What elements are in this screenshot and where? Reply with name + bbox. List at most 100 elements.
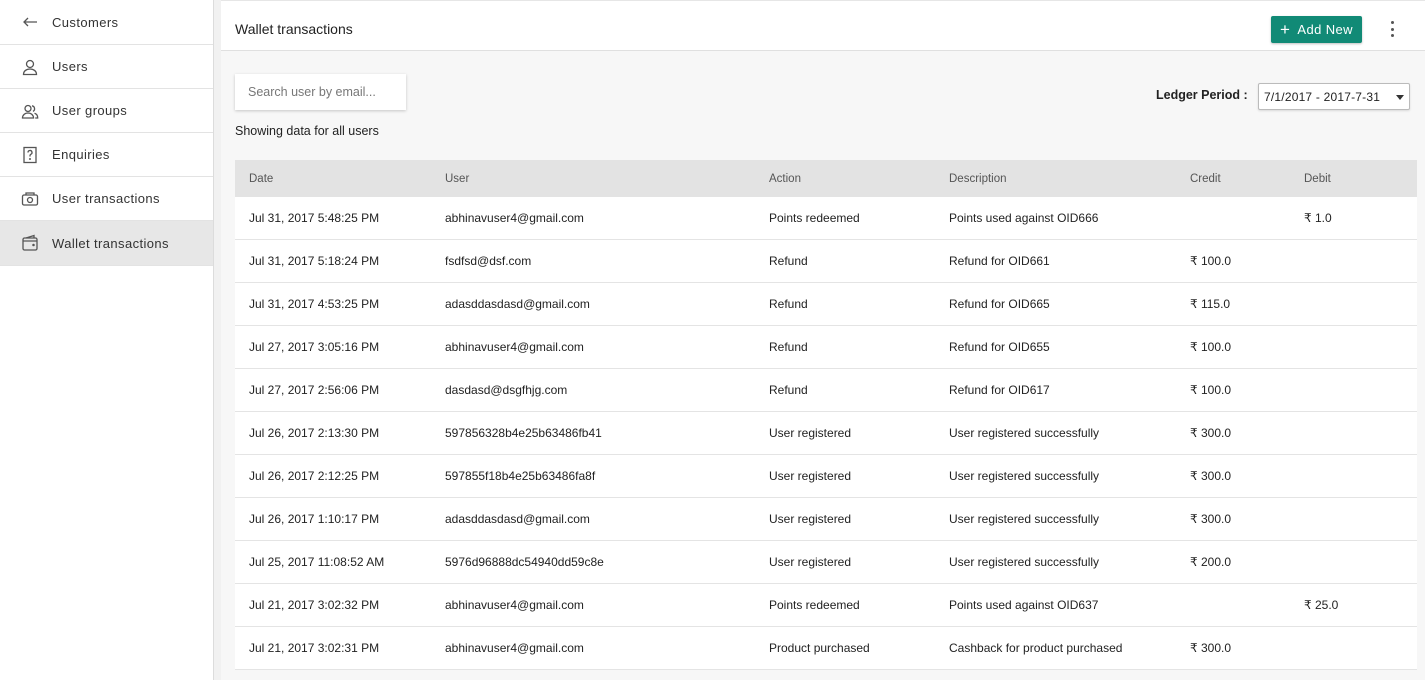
column-header-debit[interactable]: Debit xyxy=(1290,173,1417,185)
cell-description: Refund for OID665 xyxy=(949,297,1050,311)
cell-user: adasddasdasd@gmail.com xyxy=(445,297,590,311)
cell-action: Product purchased xyxy=(769,641,870,655)
page-title: Wallet transactions xyxy=(235,21,353,37)
cell-user: fsdfsd@dsf.com xyxy=(445,254,532,268)
column-header-date[interactable]: Date xyxy=(235,173,431,185)
user-icon xyxy=(20,57,40,77)
sidebar-item-label: Enquiries xyxy=(52,147,110,162)
user-group-icon xyxy=(20,101,40,121)
cell-credit: ₹ 100.0 xyxy=(1190,254,1231,268)
table-row[interactable]: Jul 31, 2017 5:18:24 PM fsdfsd@dsf.com Ref… xyxy=(235,240,1417,283)
cell-date: Jul 26, 2017 1:10:17 PM xyxy=(249,512,380,526)
cell-user: abhinavuser4@gmail.com xyxy=(445,211,584,225)
table-row[interactable]: Jul 21, 2017 3:02:31 PM abhinavuser4@gmai… xyxy=(235,627,1417,670)
cell-date: Jul 21, 2017 3:02:31 PM xyxy=(249,641,380,655)
cell-user: 597856328b4e25b63486fb41 xyxy=(445,426,602,440)
table-body: Jul 31, 2017 5:48:25 PM abhinavuser4@gmai… xyxy=(235,197,1417,670)
sidebar-item-label: Wallet transactions xyxy=(52,235,169,251)
column-header-action[interactable]: Action xyxy=(755,173,935,185)
table-row[interactable]: Jul 31, 2017 4:53:25 PM adasddasdasd@gmai… xyxy=(235,283,1417,326)
ledger-period-label: Ledger Period : xyxy=(1156,88,1248,102)
sidebar-item-label: User transactions xyxy=(52,191,160,206)
arrow-left-icon xyxy=(20,12,40,32)
cell-credit: ₹ 100.0 xyxy=(1190,340,1231,354)
cell-credit: ₹ 100.0 xyxy=(1190,383,1231,397)
cell-credit: ₹ 300.0 xyxy=(1190,469,1231,483)
table-row[interactable]: Jul 27, 2017 3:05:16 PM abhinavuser4@gmai… xyxy=(235,326,1417,369)
table-header: Date User Action Description Credit Debi… xyxy=(235,160,1417,197)
cell-credit: ₹ 300.0 xyxy=(1190,426,1231,440)
cell-credit: ₹ 115.0 xyxy=(1190,297,1231,311)
cell-description: User registered successfully xyxy=(949,469,1100,483)
cell-description: Refund for OID655 xyxy=(949,340,1050,354)
cell-credit: ₹ 200.0 xyxy=(1190,555,1231,569)
cell-action: Points redeemed xyxy=(769,598,860,612)
cell-user: 5976d96888dc54940dd59c8e xyxy=(445,555,604,569)
cell-debit: ₹ 1.0 xyxy=(1304,211,1332,225)
cell-user: abhinavuser4@gmail.com xyxy=(445,641,584,655)
cell-description: Refund for OID661 xyxy=(949,254,1050,268)
column-header-user[interactable]: User xyxy=(431,173,755,185)
sidebar-item-users[interactable]: Users xyxy=(0,45,213,89)
main-content: Wallet transactions + Add New Showing da… xyxy=(221,0,1425,680)
sidebar-item-enquiries[interactable]: Enquiries xyxy=(0,133,213,177)
cell-user: 597855f18b4e25b63486fa8f xyxy=(445,469,596,483)
ledger-period-select[interactable]: 7/1/2017 - 2017-7-31 xyxy=(1258,83,1410,110)
cell-credit: ₹ 300.0 xyxy=(1190,512,1231,526)
cell-credit: ₹ 300.0 xyxy=(1190,641,1231,655)
cell-description: Points used against OID666 xyxy=(949,211,1099,225)
cell-action: Refund xyxy=(769,340,808,354)
table-row[interactable]: Jul 26, 2017 1:10:17 PM adasddasdasd@gmai… xyxy=(235,498,1417,541)
cell-date: Jul 21, 2017 3:02:32 PM xyxy=(249,598,380,612)
cell-user: abhinavuser4@gmail.com xyxy=(445,598,584,612)
more-options-icon[interactable] xyxy=(1384,18,1400,40)
caret-down-icon xyxy=(1396,95,1404,100)
cell-action: Points redeemed xyxy=(769,211,860,225)
cell-action: Refund xyxy=(769,254,808,268)
cell-date: Jul 25, 2017 11:08:52 AM xyxy=(249,555,385,569)
add-new-button[interactable]: + Add New xyxy=(1271,16,1362,43)
table-row[interactable]: Jul 26, 2017 2:12:25 PM 597855f18b4e25b63… xyxy=(235,455,1417,498)
sidebar-item-user-groups[interactable]: User groups xyxy=(0,89,213,133)
back-label: Customers xyxy=(52,14,119,30)
cell-debit: ₹ 25.0 xyxy=(1304,598,1339,612)
cell-date: Jul 31, 2017 4:53:25 PM xyxy=(249,297,380,311)
table-row[interactable]: Jul 25, 2017 11:08:52 AM 5976d96888dc5494… xyxy=(235,541,1417,584)
cell-user: abhinavuser4@gmail.com xyxy=(445,340,584,354)
cell-action: User registered xyxy=(769,469,852,483)
cell-action: User registered xyxy=(769,426,852,440)
cell-action: Refund xyxy=(769,383,808,397)
cell-date: Jul 26, 2017 2:13:30 PM xyxy=(249,426,380,440)
cell-action: Refund xyxy=(769,297,808,311)
add-new-label: Add New xyxy=(1297,22,1353,37)
sidebar: Customers Users User groups Enquiries Us… xyxy=(0,0,214,680)
cell-description: Points used against OID637 xyxy=(949,598,1099,612)
cell-description: User registered successfully xyxy=(949,555,1100,569)
cell-description: User registered successfully xyxy=(949,426,1100,440)
question-icon xyxy=(20,145,40,165)
table-row[interactable]: Jul 26, 2017 2:13:30 PM 597856328b4e25b63… xyxy=(235,412,1417,455)
showing-data-text: Showing data for all users xyxy=(235,124,379,138)
table-row[interactable]: Jul 27, 2017 2:56:06 PM dasdasd@dsgfhjg.c… xyxy=(235,369,1417,412)
sidebar-item-label: Users xyxy=(52,59,88,74)
cell-user: adasddasdasd@gmail.com xyxy=(445,512,590,526)
table-row[interactable]: Jul 21, 2017 3:02:32 PM abhinavuser4@gmai… xyxy=(235,584,1417,627)
table-row[interactable]: Jul 31, 2017 5:48:25 PM abhinavuser4@gmai… xyxy=(235,197,1417,240)
cell-description: User registered successfully xyxy=(949,512,1100,526)
transactions-table: Date User Action Description Credit Debi… xyxy=(235,160,1417,670)
sidebar-item-user-transactions[interactable]: User transactions xyxy=(0,177,213,221)
cell-action: User registered xyxy=(769,512,852,526)
back-to-customers[interactable]: Customers xyxy=(0,0,213,45)
cell-description: Cashback for product purchased xyxy=(949,641,1123,655)
cell-date: Jul 27, 2017 2:56:06 PM xyxy=(249,383,380,397)
sidebar-item-wallet-transactions[interactable]: Wallet transactions xyxy=(0,221,213,266)
cell-description: Refund for OID617 xyxy=(949,383,1050,397)
cell-action: User registered xyxy=(769,555,852,569)
column-header-credit[interactable]: Credit xyxy=(1176,173,1290,185)
search-input[interactable] xyxy=(235,74,406,110)
wallet-icon xyxy=(20,233,40,253)
plus-icon: + xyxy=(1280,20,1291,39)
cell-date: Jul 31, 2017 5:48:25 PM xyxy=(249,211,380,225)
cell-date: Jul 31, 2017 5:18:24 PM xyxy=(249,254,380,268)
column-header-description[interactable]: Description xyxy=(935,173,1176,185)
